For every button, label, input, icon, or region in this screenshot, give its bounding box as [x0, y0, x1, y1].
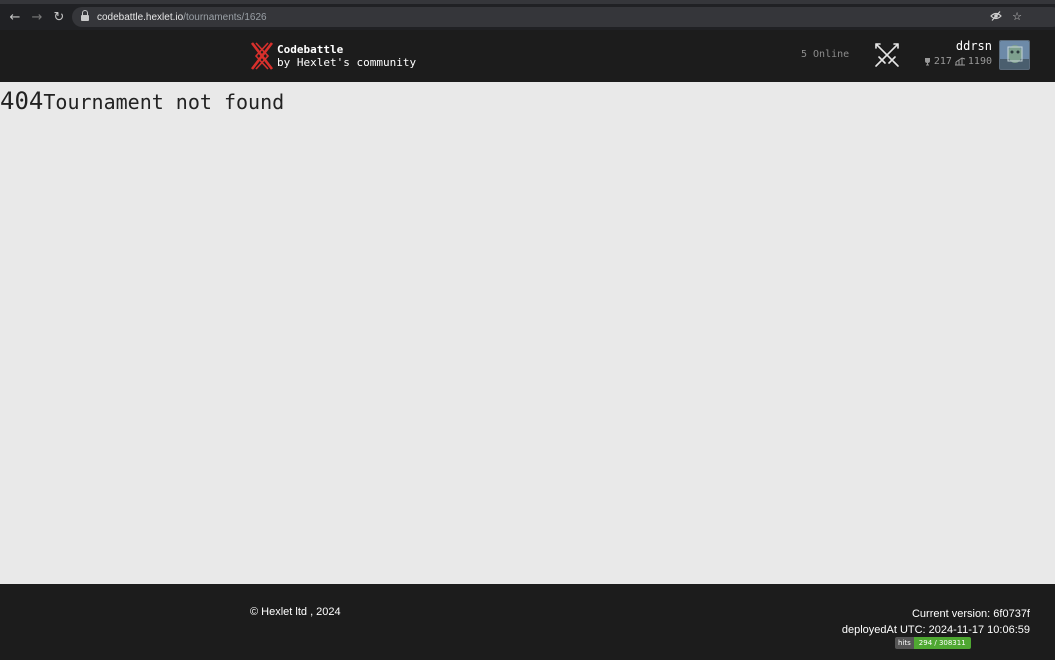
- hits-badge[interactable]: hits 294 / 308311: [895, 637, 971, 649]
- online-count[interactable]: 5 Online: [801, 49, 849, 60]
- user-menu[interactable]: ddrsn 217 1190: [916, 39, 992, 67]
- user-stats: 217 1190: [916, 56, 992, 67]
- back-arrow-icon[interactable]: ←: [6, 8, 24, 26]
- address-bar[interactable]: codebattle.hexlet.io/tournaments/1626 ☆: [72, 7, 1055, 27]
- deployed-at: deployedAt UTC: 2024-11-17 10:06:59: [841, 624, 1030, 636]
- logo-link[interactable]: Codebattle by Hexlet's community: [249, 41, 416, 71]
- current-version: Current version: 6f0737f: [911, 608, 1030, 620]
- error-text: Tournament not found: [43, 90, 285, 114]
- user-rank: 217: [933, 56, 952, 67]
- error-code: 404: [0, 87, 44, 115]
- app-header: Codebattle by Hexlet's community 5 Onlin…: [0, 30, 1055, 82]
- url-path: /tournaments/1626: [183, 11, 267, 23]
- url-host: codebattle.hexlet.io: [97, 11, 184, 23]
- avatar[interactable]: [999, 40, 1030, 70]
- crossed-swords-icon[interactable]: [872, 40, 902, 70]
- star-icon[interactable]: ☆: [1012, 10, 1022, 26]
- user-rating: 1190: [967, 56, 992, 67]
- logo-subtitle: by Hexlet's community: [277, 56, 417, 69]
- hits-value: 294 / 308311: [913, 637, 971, 649]
- browser-toolbar: ← → ↻ codebattle.hexlet.io/tournaments/1…: [0, 0, 1055, 30]
- copyright-text: © Hexlet ltd , 2024: [250, 606, 341, 618]
- lock-icon[interactable]: [81, 9, 89, 22]
- username: ddrsn: [955, 39, 992, 53]
- forward-arrow-icon[interactable]: →: [28, 8, 46, 26]
- reload-icon[interactable]: ↻: [50, 8, 68, 26]
- avatar-image: [1000, 41, 1029, 69]
- codebattle-logo-icon: [250, 42, 274, 70]
- error-message: 404 Tournament not found: [0, 87, 284, 115]
- hits-label: hits: [895, 637, 914, 649]
- eye-off-icon[interactable]: [990, 10, 1002, 26]
- rating-chart-icon: [954, 57, 966, 66]
- url-text[interactable]: codebattle.hexlet.io/tournaments/1626: [97, 12, 267, 23]
- version-info: Current version: 6f0737f deployedAt UTC:…: [842, 606, 1030, 638]
- main-content: 404 Tournament not found: [0, 82, 1055, 584]
- trophy-icon: [924, 58, 930, 66]
- logo-title: Codebattle: [277, 43, 344, 56]
